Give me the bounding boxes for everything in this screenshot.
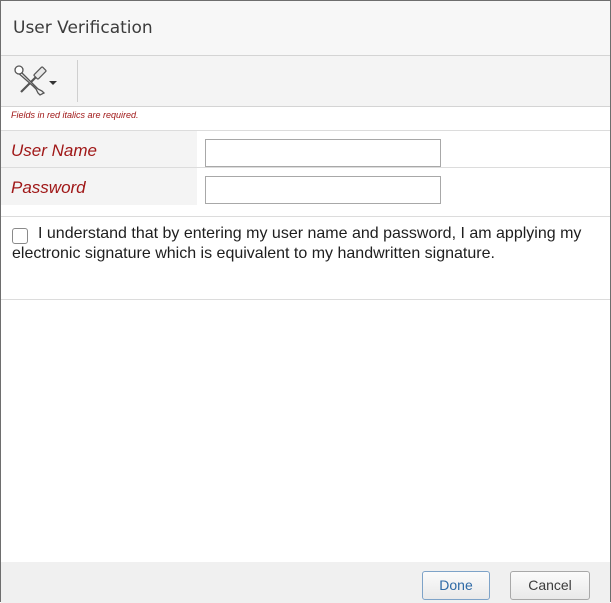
tools-wrench-screwdriver-icon — [14, 65, 57, 96]
signature-statement: I understand that by entering my user na… — [12, 225, 582, 262]
caret-down-icon — [49, 81, 57, 85]
user-name-input[interactable] — [205, 139, 441, 167]
user-name-row: User Name — [1, 130, 610, 168]
user-verification-dialog: User Verification Fields in red italics … — [0, 0, 611, 603]
password-label: Password — [11, 178, 86, 197]
password-row: Password — [1, 167, 610, 205]
dialog-footer: Done Cancel — [1, 562, 610, 603]
done-button[interactable]: Done — [422, 571, 490, 600]
user-name-label: User Name — [11, 141, 97, 160]
password-label-cell: Password — [1, 168, 197, 205]
user-name-label-cell: User Name — [1, 131, 197, 168]
password-input[interactable] — [205, 176, 441, 204]
signature-acknowledgement: I understand that by entering my user na… — [1, 216, 610, 300]
dialog-titlebar: User Verification — [1, 1, 610, 56]
required-fields-note: Fields in red italics are required. — [11, 110, 139, 120]
dialog-title: User Verification — [13, 18, 153, 38]
tools-menu-button[interactable] — [9, 60, 78, 102]
toolbar — [1, 56, 610, 107]
cancel-button[interactable]: Cancel — [510, 571, 590, 600]
